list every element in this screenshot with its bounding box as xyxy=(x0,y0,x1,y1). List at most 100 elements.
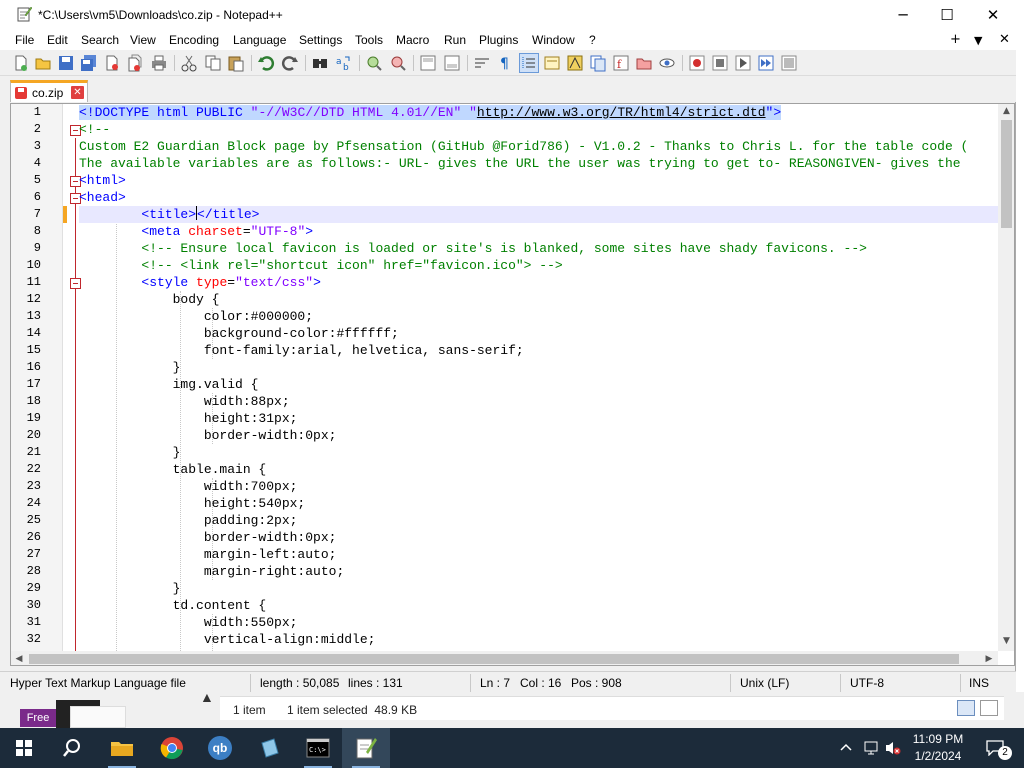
line-number[interactable]: 13 xyxy=(11,308,41,325)
stop-recording-icon[interactable] xyxy=(711,54,729,72)
indent-guide-icon[interactable] xyxy=(519,53,539,73)
vertical-scrollbar[interactable]: ▲ ▼ xyxy=(998,104,1014,651)
menu-tools[interactable]: Tools xyxy=(355,33,383,47)
document-map-icon[interactable] xyxy=(566,54,584,72)
system-clock[interactable]: 11:09 PM 1/2/2024 xyxy=(900,731,976,765)
line-number[interactable]: 25 xyxy=(11,512,41,529)
find-icon[interactable] xyxy=(311,54,329,72)
line-number[interactable]: 23 xyxy=(11,478,41,495)
line-number[interactable]: 28 xyxy=(11,563,41,580)
menu-search[interactable]: Search xyxy=(81,33,119,47)
sync-vertical-icon[interactable] xyxy=(419,54,437,72)
taskbar-qbittorrent[interactable]: qb xyxy=(196,728,244,768)
tab-close-icon[interactable]: ✕ xyxy=(71,86,84,99)
document-list-icon[interactable] xyxy=(589,54,607,72)
playback-macro-icon[interactable] xyxy=(734,54,752,72)
menu-file[interactable]: File xyxy=(15,33,34,47)
redo-icon[interactable] xyxy=(281,54,299,72)
line-number[interactable]: 10 xyxy=(11,257,41,274)
line-number[interactable]: 9 xyxy=(11,240,41,257)
line-number[interactable]: 29 xyxy=(11,580,41,597)
close-file-icon[interactable] xyxy=(103,54,121,72)
line-number[interactable]: 32 xyxy=(11,631,41,648)
scroll-down-arrow-icon[interactable]: ▼ xyxy=(998,634,1014,648)
line-number[interactable]: 6 xyxy=(11,189,41,206)
line-number[interactable]: 8 xyxy=(11,223,41,240)
notification-center-button[interactable]: 2 xyxy=(982,728,1018,768)
horizontal-scroll-thumb[interactable] xyxy=(29,654,959,664)
line-number[interactable]: 30 xyxy=(11,597,41,614)
status-eol-format[interactable]: Unix (LF) xyxy=(740,676,789,690)
line-number[interactable]: 7 xyxy=(11,206,41,223)
minimize-button[interactable]: ─ xyxy=(880,0,926,30)
sync-horizontal-icon[interactable] xyxy=(443,54,461,72)
line-number[interactable]: 16 xyxy=(11,359,41,376)
horizontal-scrollbar[interactable]: ◀ ▶ xyxy=(11,651,998,665)
details-view-icon[interactable] xyxy=(957,700,975,716)
search-button[interactable] xyxy=(48,728,96,768)
taskbar-notepad[interactable] xyxy=(246,728,294,768)
menu-encoding[interactable]: Encoding xyxy=(169,33,219,47)
line-number[interactable]: 18 xyxy=(11,393,41,410)
line-number[interactable]: 31 xyxy=(11,614,41,631)
status-encoding[interactable]: UTF-8 xyxy=(850,676,884,690)
line-number[interactable]: 11 xyxy=(11,274,41,291)
menu-plugins[interactable]: Plugins xyxy=(479,33,518,47)
line-number[interactable]: 12 xyxy=(11,291,41,308)
line-number[interactable]: 4 xyxy=(11,155,41,172)
taskbar-chrome[interactable] xyxy=(148,728,196,768)
menu-macro[interactable]: Macro xyxy=(396,33,429,47)
taskbar-notepadpp[interactable] xyxy=(342,728,390,768)
zoom-out-icon[interactable] xyxy=(389,54,407,72)
new-tab-plus-button[interactable]: + xyxy=(950,32,961,47)
code-area[interactable]: <!DOCTYPE html PUBLIC "-//W3C//DTD HTML … xyxy=(79,104,998,651)
dtd-link[interactable]: http://www.w3.org/TR/html4/strict.dtd xyxy=(476,105,766,120)
large-icons-view-icon[interactable] xyxy=(980,700,998,716)
menu-view[interactable]: View xyxy=(130,33,156,47)
line-number[interactable]: 22 xyxy=(11,461,41,478)
open-file-icon[interactable] xyxy=(34,54,52,72)
line-number[interactable]: 15 xyxy=(11,342,41,359)
new-file-icon[interactable] xyxy=(12,54,30,72)
close-button[interactable]: ✕ xyxy=(970,0,1016,30)
save-icon[interactable] xyxy=(57,54,75,72)
menu-edit[interactable]: Edit xyxy=(47,33,68,47)
cut-icon[interactable] xyxy=(180,54,198,72)
line-number[interactable]: 5 xyxy=(11,172,41,189)
paste-icon[interactable] xyxy=(227,54,245,72)
title-bar[interactable]: *C:\Users\vm5\Downloads\co.zip - Notepad… xyxy=(0,0,1016,30)
taskbar-file-explorer[interactable] xyxy=(98,728,146,768)
taskbar-terminal[interactable]: C:\> xyxy=(294,728,342,768)
save-macro-icon[interactable] xyxy=(780,54,798,72)
scroll-right-arrow-icon[interactable]: ▶ xyxy=(981,651,997,665)
line-number[interactable]: 20 xyxy=(11,427,41,444)
replace-icon[interactable]: ab xyxy=(335,54,353,72)
menu-window[interactable]: Window xyxy=(532,33,575,47)
save-all-icon[interactable] xyxy=(80,54,98,72)
line-number[interactable]: 19 xyxy=(11,410,41,427)
close-all-icon[interactable] xyxy=(126,54,144,72)
user-defined-language-icon[interactable] xyxy=(543,54,561,72)
menu-settings[interactable]: Settings xyxy=(299,33,342,47)
close-document-button[interactable]: ✕ xyxy=(999,32,1010,47)
menu-help[interactable]: ? xyxy=(589,33,596,47)
network-status-button[interactable] xyxy=(862,728,882,768)
editor-pane[interactable]: 1 2 3 4 5 6 7 8 9 10 11 12 13 14 15 16 17 18 19 20 21 22 23 24 2… xyxy=(10,103,1015,666)
line-number[interactable]: 26 xyxy=(11,529,41,546)
line-number[interactable]: 3 xyxy=(11,138,41,155)
word-wrap-icon[interactable] xyxy=(473,54,491,72)
vertical-scroll-thumb[interactable] xyxy=(1001,120,1012,228)
line-number[interactable]: 24 xyxy=(11,495,41,512)
copy-icon[interactable] xyxy=(204,54,222,72)
line-number[interactable]: 1 xyxy=(11,104,41,121)
function-list-icon[interactable]: f xyxy=(612,54,630,72)
show-all-characters-icon[interactable]: ¶ xyxy=(496,54,514,72)
run-macro-multiple-icon[interactable] xyxy=(757,54,775,72)
scroll-up-arrow-icon[interactable]: ▲ xyxy=(998,104,1014,118)
record-macro-icon[interactable] xyxy=(688,54,706,72)
menu-run[interactable]: Run xyxy=(444,33,466,47)
undo-icon[interactable] xyxy=(257,54,275,72)
menu-language[interactable]: Language xyxy=(233,33,286,47)
maximize-button[interactable]: ☐ xyxy=(924,0,970,30)
zoom-in-icon[interactable] xyxy=(365,54,383,72)
